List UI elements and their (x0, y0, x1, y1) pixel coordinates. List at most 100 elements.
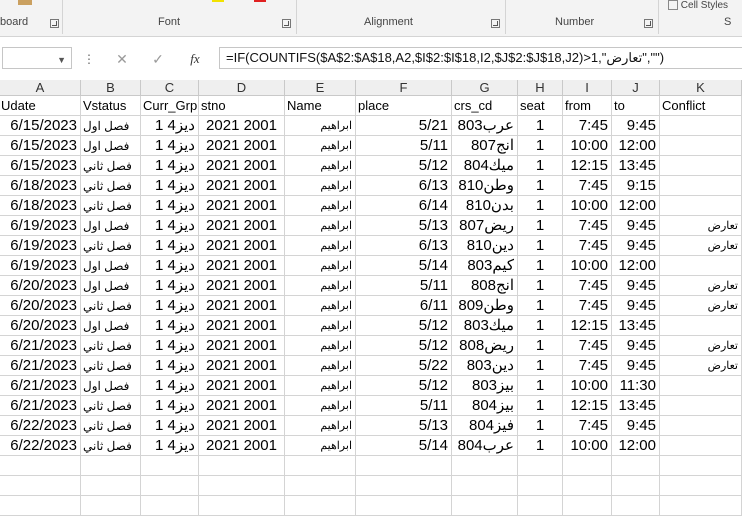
table-cell[interactable] (660, 116, 742, 136)
table-cell[interactable]: 5/12 (356, 336, 452, 356)
table-cell[interactable]: فصل اول (81, 136, 141, 156)
table-cell[interactable]: تعارض (660, 216, 742, 236)
name-box[interactable]: ▼ (2, 47, 72, 69)
table-cell[interactable]: ديز4 1 (141, 316, 199, 336)
table-cell[interactable]: 12:15 (563, 396, 612, 416)
table-cell[interactable]: تعارض (660, 336, 742, 356)
table-cell[interactable]: 2021 2001 (199, 136, 285, 156)
table-cell[interactable]: 7:45 (563, 336, 612, 356)
table-cell[interactable]: فصل ثاني (81, 356, 141, 376)
table-cell[interactable]: فصل ثاني (81, 296, 141, 316)
table-cell[interactable]: 6/21/2023 (0, 336, 81, 356)
table-cell[interactable]: 1 (518, 216, 563, 236)
table-cell[interactable]: انج808 (452, 276, 518, 296)
header-cell-i[interactable]: from (563, 96, 612, 116)
table-cell[interactable]: عرب804 (452, 436, 518, 456)
empty-cell[interactable] (285, 496, 356, 516)
header-cell-h[interactable]: seat (518, 96, 563, 116)
table-cell[interactable]: فصل ثاني (81, 396, 141, 416)
table-cell[interactable]: ريض807 (452, 216, 518, 236)
empty-cell[interactable] (518, 476, 563, 496)
table-cell[interactable]: 6/20/2023 (0, 296, 81, 316)
empty-cell[interactable] (285, 476, 356, 496)
header-cell-f[interactable]: place (356, 96, 452, 116)
empty-cell[interactable] (199, 476, 285, 496)
table-cell[interactable]: 9:45 (612, 416, 660, 436)
column-header-a[interactable]: A (0, 80, 81, 96)
table-cell[interactable]: 5/13 (356, 216, 452, 236)
table-cell[interactable]: 12:15 (563, 316, 612, 336)
empty-cell[interactable] (199, 496, 285, 516)
table-cell[interactable]: ابراهيم (285, 416, 356, 436)
table-cell[interactable]: 2021 2001 (199, 276, 285, 296)
header-cell-c[interactable]: Curr_Grp (141, 96, 199, 116)
table-cell[interactable]: 2021 2001 (199, 436, 285, 456)
table-cell[interactable]: وطن810 (452, 176, 518, 196)
table-cell[interactable]: 1 (518, 416, 563, 436)
empty-cell[interactable] (141, 476, 199, 496)
table-cell[interactable]: 10:00 (563, 256, 612, 276)
table-cell[interactable] (660, 156, 742, 176)
table-cell[interactable]: 2021 2001 (199, 296, 285, 316)
empty-cell[interactable] (199, 456, 285, 476)
table-cell[interactable]: 7:45 (563, 216, 612, 236)
table-cell[interactable]: 5/11 (356, 276, 452, 296)
header-cell-j[interactable]: to (612, 96, 660, 116)
empty-cell[interactable] (0, 496, 81, 516)
table-cell[interactable]: 2021 2001 (199, 316, 285, 336)
table-cell[interactable]: ابراهيم (285, 296, 356, 316)
table-cell[interactable]: 5/12 (356, 156, 452, 176)
table-cell[interactable] (660, 256, 742, 276)
table-cell[interactable]: 6/19/2023 (0, 216, 81, 236)
table-cell[interactable]: 1 (518, 296, 563, 316)
table-cell[interactable]: فصل اول (81, 376, 141, 396)
table-cell[interactable]: 6/13 (356, 236, 452, 256)
table-cell[interactable]: ابراهيم (285, 116, 356, 136)
empty-cell[interactable] (141, 496, 199, 516)
table-cell[interactable]: 6/11 (356, 296, 452, 316)
empty-cell[interactable] (0, 456, 81, 476)
table-cell[interactable] (660, 196, 742, 216)
table-cell[interactable]: 1 (518, 256, 563, 276)
table-cell[interactable]: ديز4 1 (141, 116, 199, 136)
column-header-f[interactable]: F (356, 80, 452, 96)
empty-cell[interactable] (0, 476, 81, 496)
table-cell[interactable]: 1 (518, 276, 563, 296)
table-cell[interactable]: 1 (518, 436, 563, 456)
table-cell[interactable]: 2021 2001 (199, 216, 285, 236)
table-cell[interactable]: فصل اول (81, 216, 141, 236)
header-cell-d[interactable]: stno (199, 96, 285, 116)
table-cell[interactable]: ديز4 1 (141, 136, 199, 156)
number-launcher-icon[interactable] (644, 19, 653, 28)
table-cell[interactable]: 6/18/2023 (0, 176, 81, 196)
table-cell[interactable]: 2021 2001 (199, 416, 285, 436)
table-cell[interactable]: فصل اول (81, 316, 141, 336)
table-cell[interactable]: ديز4 1 (141, 256, 199, 276)
table-cell[interactable]: ابراهيم (285, 256, 356, 276)
table-cell[interactable]: 7:45 (563, 116, 612, 136)
empty-cell[interactable] (563, 456, 612, 476)
column-header-k[interactable]: K (660, 80, 742, 96)
table-cell[interactable]: 2021 2001 (199, 376, 285, 396)
table-cell[interactable]: 1 (518, 316, 563, 336)
table-cell[interactable]: فصل ثاني (81, 336, 141, 356)
table-cell[interactable]: 10:00 (563, 136, 612, 156)
column-header-j[interactable]: J (612, 80, 660, 96)
table-cell[interactable]: فيز804 (452, 416, 518, 436)
table-cell[interactable]: دين810 (452, 236, 518, 256)
insert-function-icon[interactable]: fx (182, 49, 208, 69)
table-cell[interactable]: 1 (518, 156, 563, 176)
table-cell[interactable]: ابراهيم (285, 396, 356, 416)
column-header-i[interactable]: I (563, 80, 612, 96)
table-cell[interactable]: ابراهيم (285, 196, 356, 216)
table-cell[interactable]: 12:00 (612, 136, 660, 156)
table-cell[interactable]: 2021 2001 (199, 256, 285, 276)
table-cell[interactable]: ابراهيم (285, 376, 356, 396)
table-cell[interactable]: ديز4 1 (141, 416, 199, 436)
table-cell[interactable]: 6/15/2023 (0, 136, 81, 156)
empty-cell[interactable] (563, 476, 612, 496)
table-cell[interactable]: فصل اول (81, 256, 141, 276)
table-cell[interactable]: 5/13 (356, 416, 452, 436)
format-painter-icon[interactable] (18, 0, 32, 5)
table-cell[interactable]: ابراهيم (285, 276, 356, 296)
